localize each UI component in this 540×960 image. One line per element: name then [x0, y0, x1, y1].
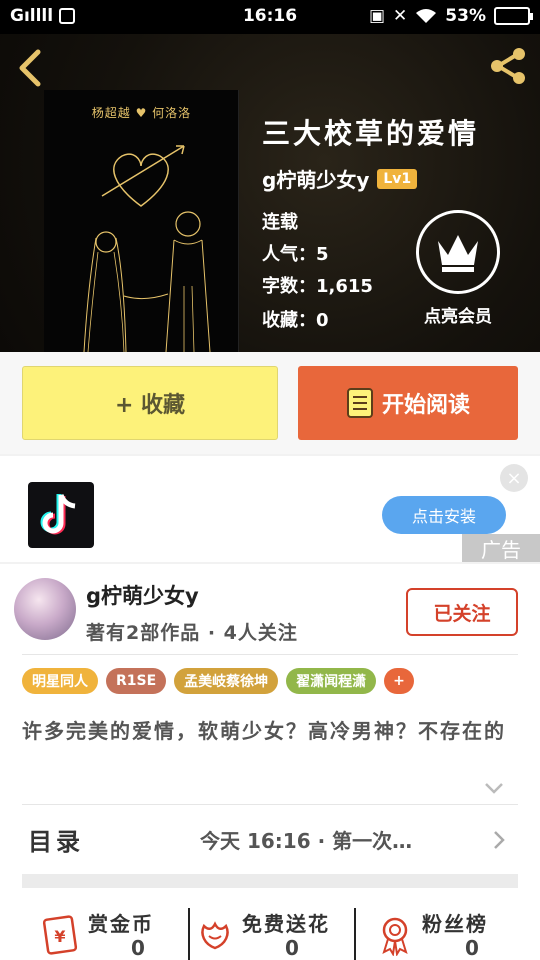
- popularity: 人气：5: [262, 244, 329, 265]
- battery-saver-icon: ▣: [368, 6, 386, 26]
- serial-status: 连载: [262, 212, 298, 233]
- ad-tag: 广告: [462, 534, 540, 562]
- ad-close-icon[interactable]: ×: [500, 464, 528, 492]
- action-bar: + 收藏 开始阅读: [0, 352, 540, 454]
- divider: [22, 804, 518, 805]
- author-name[interactable]: g柠萌少女y: [262, 164, 369, 193]
- collect-label: + 收藏: [114, 393, 186, 418]
- cover-illustration: [83, 145, 211, 352]
- divider: [22, 654, 518, 655]
- red-envelope-icon: ¥: [42, 915, 78, 955]
- add-tag-button[interactable]: +: [384, 668, 414, 694]
- status-right: ▣ ✕ 53%: [368, 6, 533, 26]
- tag-list: 明星同人 R1SE 孟美岐蔡徐坤 翟潇闻程潇 +: [22, 668, 414, 694]
- author-card: g柠萌少女y 著有2部作品 · 4人关注 已关注 明星同人 R1SE 孟美岐蔡徐…: [0, 564, 540, 960]
- collect-button[interactable]: + 收藏: [22, 366, 278, 440]
- card-author-name[interactable]: g柠萌少女y: [86, 580, 199, 610]
- ad-banner[interactable]: 点击安装 × 广告: [0, 456, 540, 562]
- reward-coins-button[interactable]: ¥ 赏金币 0: [40, 904, 188, 960]
- tiktok-logo-icon[interactable]: [28, 482, 94, 548]
- flower-icon: [201, 921, 229, 950]
- battery-icon: [494, 7, 533, 25]
- word-count: 字数：1,615: [262, 276, 373, 297]
- vip-label: 点亮会员: [424, 307, 492, 327]
- mute-icon: ✕: [393, 6, 408, 26]
- toc-label: 目录: [28, 828, 84, 856]
- battery-percent: 53%: [445, 6, 486, 26]
- stat-label: 粉丝榜: [422, 912, 488, 936]
- tag-item[interactable]: R1SE: [106, 668, 167, 694]
- author-row: g柠萌少女y Lv1: [262, 164, 418, 193]
- stat-label: 赏金币: [88, 912, 154, 936]
- cover-names: 杨超越 ♥ 何洛洛: [91, 106, 192, 120]
- table-of-contents-row[interactable]: 目录 今天 16:16 · 第一次…: [22, 808, 518, 870]
- read-label: 开始阅读: [381, 393, 470, 418]
- divider: [354, 908, 356, 960]
- tag-item[interactable]: 孟美岐蔡徐坤: [174, 668, 279, 694]
- avatar[interactable]: [14, 578, 76, 640]
- latest-update: 今天 16:16 · 第一次…: [200, 829, 413, 853]
- divider: [188, 908, 190, 960]
- level-badge: Lv1: [377, 168, 418, 189]
- stats-row: ¥ 赏金币 0 免费送花 0 粉丝榜 0: [22, 900, 518, 960]
- ad-install-button[interactable]: 点击安装: [382, 496, 506, 534]
- book-cover[interactable]: 杨超越 ♥ 何洛洛: [44, 90, 239, 352]
- book-description: 许多完美的爱情，软萌少女？高冷男神？不存在的: [22, 719, 506, 743]
- section-separator: [22, 874, 518, 888]
- author-works-count: 著有2部作品 · 4人关注: [86, 622, 298, 644]
- stat-label: 免费送花: [242, 912, 330, 936]
- tag-item[interactable]: 翟潇闻程潇: [286, 668, 377, 694]
- share-icon[interactable]: [488, 46, 528, 86]
- stat-value: 0: [285, 936, 299, 960]
- status-bar: Gıllll 16:16 ▣ ✕ 53%: [0, 0, 540, 34]
- stat-value: 0: [465, 936, 479, 960]
- book-header: 杨超越 ♥ 何洛洛 三大校草的爱情 g柠萌少女y Lv1 连载 人气：5 字数：…: [0, 34, 540, 352]
- send-flower-button[interactable]: 免费送花 0: [194, 904, 354, 960]
- follow-button[interactable]: 已关注: [406, 588, 518, 636]
- svg-text:¥: ¥: [54, 927, 65, 946]
- tag-item[interactable]: 明星同人: [22, 668, 98, 694]
- start-reading-button[interactable]: 开始阅读: [298, 366, 518, 440]
- book-title: 三大校草的爱情: [262, 117, 480, 150]
- back-arrow-icon[interactable]: [14, 48, 48, 88]
- favorites-count: 收藏：0: [262, 310, 329, 331]
- fan-ranking-button[interactable]: 粉丝榜 0: [374, 904, 518, 960]
- vip-button[interactable]: 点亮会员: [414, 210, 502, 327]
- stat-value: 0: [131, 936, 145, 960]
- crown-icon: [416, 210, 500, 294]
- chevron-right-icon: [494, 831, 505, 849]
- medal-icon: [382, 917, 408, 956]
- wifi-icon: [416, 9, 437, 23]
- book-icon: [346, 388, 373, 418]
- chevron-down-icon[interactable]: [484, 780, 504, 796]
